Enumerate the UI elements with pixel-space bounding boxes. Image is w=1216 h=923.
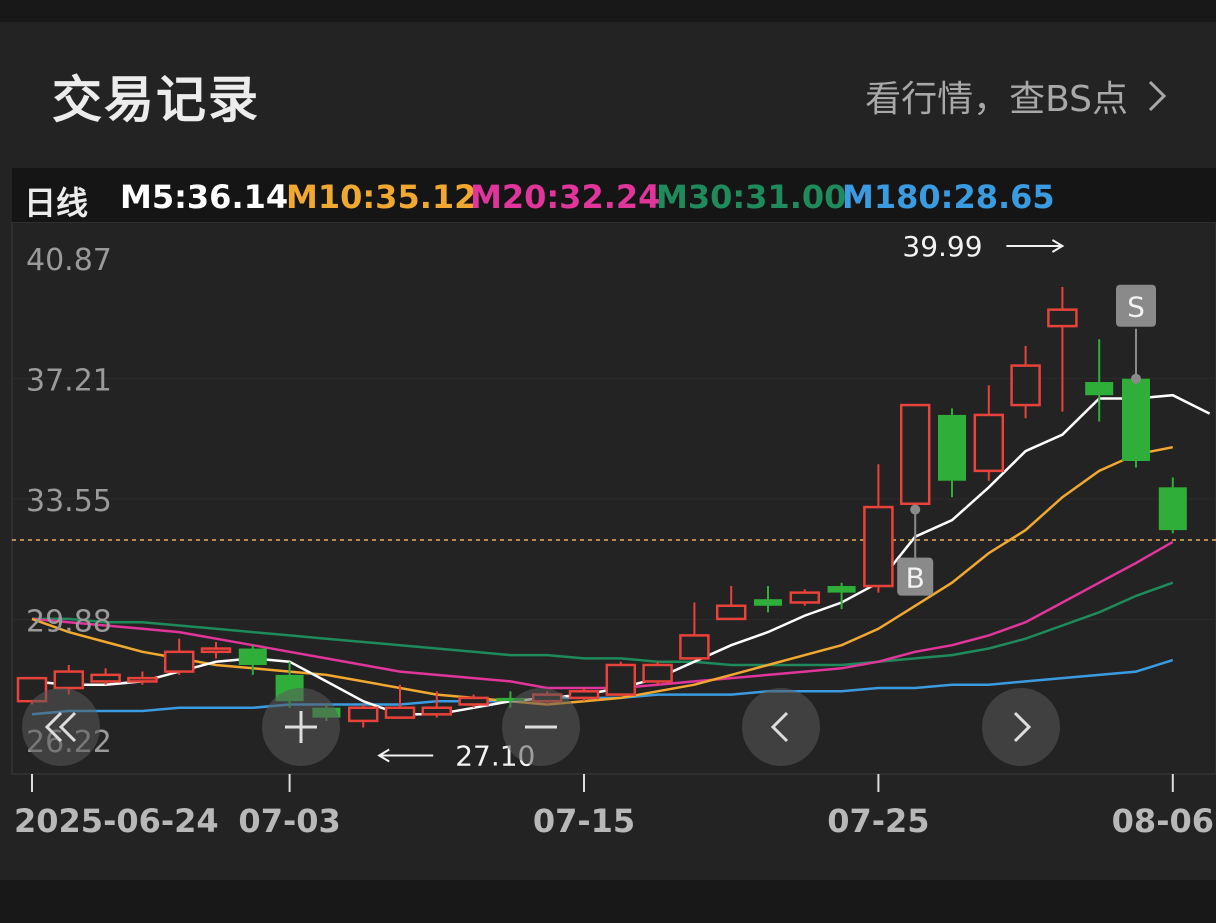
candle-body-up: [863, 505, 894, 588]
candle-body-up: [1047, 308, 1078, 328]
next-icon: [1013, 711, 1032, 743]
candle-body-up: [90, 673, 121, 683]
candle-body-up: [899, 403, 931, 506]
grid-lines: [12, 377, 1216, 621]
x-tick-label: 07-03: [238, 802, 340, 840]
ma180-legend: M180:28.65: [842, 178, 1055, 216]
candle: [1158, 477, 1187, 534]
candle: [642, 661, 673, 685]
candle-body-up: [127, 676, 158, 683]
x-tick-label: 08-06: [1112, 802, 1214, 840]
buy-marker-label: B: [906, 562, 925, 595]
ma10-legend: M10:35.12: [286, 178, 477, 216]
rewind-button[interactable]: [22, 688, 100, 766]
next-button[interactable]: [982, 688, 1060, 766]
ma5-legend: M5:36.14: [120, 178, 289, 216]
candle-body-down: [754, 599, 782, 606]
candle: [163, 638, 195, 675]
candle: [863, 464, 894, 593]
period-label[interactable]: 日线: [24, 178, 88, 224]
candle: [90, 668, 121, 685]
rewind-icon: [44, 711, 77, 743]
candle: [715, 586, 747, 621]
candle-body-up: [605, 663, 637, 696]
candle-body-up: [458, 696, 489, 706]
candle: [938, 408, 966, 498]
candle: [754, 586, 782, 613]
y-tick-label: 29.88: [26, 605, 112, 640]
candle-body-up: [568, 690, 600, 700]
prev-button[interactable]: [742, 688, 820, 766]
candle-body-up: [642, 663, 673, 683]
bottom-area: [0, 880, 1216, 923]
candle-body-down: [827, 586, 856, 593]
sell-marker-label: S: [1127, 291, 1145, 324]
candlestick-chart[interactable]: 40.8737.2133.5529.8826.22 2025-06-2407-0…: [0, 222, 1216, 880]
candle-body-up: [384, 706, 416, 719]
candle-body-down: [938, 414, 966, 481]
view-market-label: 看行情，查BS点: [865, 79, 1128, 120]
zoom-out-button[interactable]: [502, 688, 580, 766]
view-market-link[interactable]: 看行情，查BS点: [865, 70, 1168, 122]
y-tick-label: 37.21: [26, 363, 112, 398]
ma20-legend: M20:32.24: [470, 178, 661, 216]
buy-marker-dot: [910, 504, 921, 515]
ma30-legend: M30:31.00: [656, 178, 847, 216]
prev-icon: [770, 711, 789, 743]
candle: [1047, 286, 1078, 412]
candle-body-up: [789, 591, 821, 604]
candle: [789, 589, 821, 606]
candle-body-up: [53, 670, 85, 690]
page-title: 交易记录: [52, 71, 260, 129]
candle-body-up: [347, 706, 379, 723]
x-tick-label: 2025-06-24: [14, 802, 219, 840]
chevron-right-icon: [1148, 80, 1167, 112]
candle-body-down: [1085, 382, 1114, 396]
candle-body-up: [421, 706, 453, 716]
x-axis: 2025-06-24 07-03 07-15 07-25 08-06: [14, 774, 1214, 840]
sell-marker-dot: [1131, 373, 1141, 384]
candle: [973, 385, 1005, 481]
candle: [605, 661, 637, 696]
candle-body-up: [163, 650, 195, 673]
candle: [899, 403, 931, 511]
candle-body-up: [679, 634, 710, 660]
zoom-in-button[interactable]: [262, 688, 340, 766]
y-tick-label: 33.55: [26, 484, 112, 519]
candle-body-down: [1122, 378, 1150, 461]
candle-body-down: [1158, 487, 1187, 531]
zoom-out-icon: [525, 725, 557, 729]
candles: [16, 286, 1187, 728]
zoom-in-icon: [285, 711, 317, 743]
candle-body-up: [973, 413, 1005, 473]
candle-body-up: [200, 647, 232, 654]
candle: [679, 602, 710, 660]
candle-body-down: [238, 648, 267, 665]
candle: [1122, 375, 1150, 468]
candle-body-up: [715, 604, 747, 621]
candle: [347, 704, 379, 728]
x-tick-label: 07-15: [533, 802, 635, 840]
candle-body-up: [1010, 364, 1041, 407]
candle: [200, 641, 232, 659]
x-tick-label: 07-25: [827, 802, 929, 840]
high-price-label: 39.99: [902, 230, 982, 263]
candle: [1010, 345, 1041, 419]
y-tick-label: 40.87: [26, 243, 112, 278]
